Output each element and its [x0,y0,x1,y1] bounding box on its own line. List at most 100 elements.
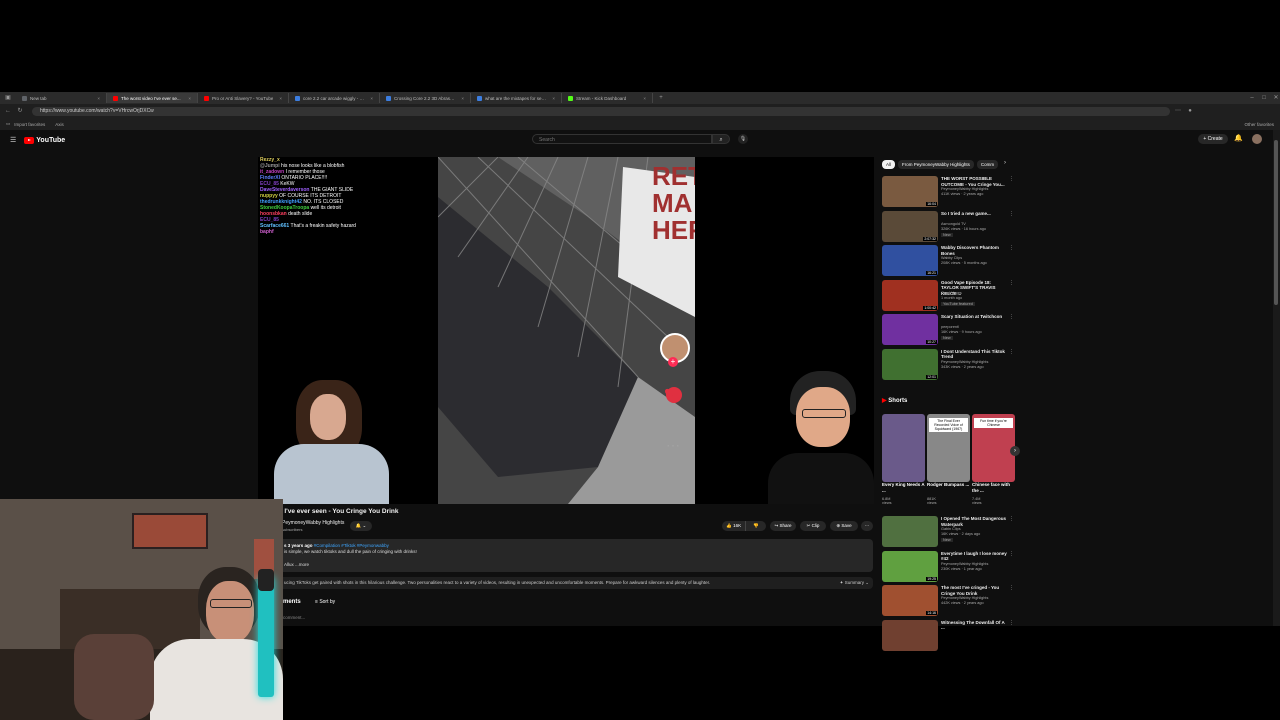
browser-tab[interactable]: core 2.2 car arcade wiggly - Search× [289,93,380,103]
hamburger-menu-icon[interactable]: ☰ [10,136,16,144]
refresh-icon[interactable]: ↻ [16,107,24,115]
video-title[interactable]: Scary Situation at Twitchcon [941,314,1009,320]
video-thumbnail[interactable] [882,619,938,651]
recommended-video[interactable]: 2:07:32 So I tried a new game... Asmongold… [882,210,1014,243]
video-thumbnail[interactable]: 19:25 [882,550,938,582]
video-title[interactable]: I Dont Understand This Tiktok Trend [941,349,1009,360]
video-thumbnail[interactable]: 2:07:32 [882,210,938,242]
more-options-icon[interactable]: ⋮ [1009,551,1014,557]
tab-actions-icon[interactable]: ▣ [4,94,12,102]
account-avatar[interactable] [1252,134,1262,144]
video-title[interactable]: THE WORST POSSIBLE OUTCOME - You Cringe … [941,176,1009,187]
back-icon[interactable]: ← [4,107,12,115]
filter-chip[interactable]: Comm [976,160,999,169]
create-button[interactable]: + Create [1198,134,1228,144]
new-tab-plus-icon[interactable]: + [657,94,665,102]
save-button[interactable]: ⊕ Save [830,521,858,531]
filter-chip[interactable]: From PeymoneyWabby Highlights [898,160,974,169]
recommended-video[interactable]: Witnessing The Downfall Of A ... ⋮ [882,619,1014,652]
sort-by-button[interactable]: ≡ Sort by [315,599,335,605]
video-thumbnail[interactable]: 16:21 [882,245,938,276]
tab-close-icon[interactable]: × [455,96,464,101]
more-options-icon[interactable]: ⋮ [1009,280,1014,286]
recommended-video[interactable]: I Opened The Most Dangerous Waterpark Gab… [882,516,1014,548]
recommended-video[interactable]: 16:21 Wabby Discovers Phantom Bones Wabby … [882,245,1014,277]
video-thumbnail[interactable]: 14:16 [882,585,938,616]
more-options-icon[interactable]: ⋮ [1009,245,1014,251]
clip-button[interactable]: ✂ Clip [800,521,826,531]
notifications-bell-icon[interactable]: 🔔 [1234,134,1243,142]
video-title[interactable]: Witnessing The Downfall Of A ... [941,620,1009,631]
tab-close-icon[interactable]: × [546,96,555,101]
recommended-video[interactable]: 14:16 The most I've cringed - You Cringe … [882,585,1014,617]
more-options-icon[interactable]: ⋮ [1009,349,1014,355]
video-thumbnail[interactable]: 12:01 [882,348,938,380]
profile-icon[interactable]: ● [1186,107,1194,115]
video-title[interactable]: Wabby Discovers Phantom Bones [941,245,1009,256]
scrollbar-thumb[interactable] [1274,140,1278,305]
video-title[interactable]: The most I've cringed - You Cringe You D… [941,585,1009,596]
share-button[interactable]: ↪ Share [770,521,796,531]
short-title[interactable]: Every King Needs A ... [882,482,926,493]
other-favorites[interactable]: Other favorites [1244,122,1274,127]
more-options-icon[interactable]: ⋮ [1009,176,1014,182]
browser-tab[interactable]: The worst video I've ever se... × [107,93,198,103]
more-options-icon[interactable]: ⋮ [1009,516,1014,522]
browser-tab[interactable]: New tab × [16,93,107,103]
notification-bell-button[interactable]: 🔔 ⌄ [350,521,372,531]
video-thumbnail[interactable]: 10:27 [882,314,938,345]
tab-close-icon[interactable]: × [637,96,646,101]
tab-close-icon[interactable]: × [91,96,100,101]
short-title[interactable]: Rodger Bumpass ... [927,482,971,488]
minimize-icon[interactable]: – [1248,94,1256,102]
video-title[interactable]: I Opened The Most Dangerous Waterpark [941,516,1009,527]
description-box[interactable]: s 3 years ago #Compilation #Tiktok #Peym… [258,539,873,572]
dislike-button[interactable]: 👎 [746,521,766,531]
tab-close-icon[interactable]: × [364,96,373,101]
recommended-video[interactable]: 10:27 Scary Situation at Twitchcon peepore… [882,314,1014,346]
more-options-icon[interactable]: ⋮ [1009,211,1014,217]
video-thumbnail[interactable]: 16:04 [882,176,938,207]
bookmark-import[interactable]: Import favorites [14,122,45,127]
video-thumbnail[interactable] [882,516,938,547]
description-more[interactable]: Allux ...more [284,562,309,567]
tab-close-icon[interactable]: × [273,96,282,101]
voice-search-icon[interactable]: 🎙 [738,134,748,144]
shorts-next-icon[interactable]: › [1010,446,1020,456]
url-input[interactable]: https://www.youtube.com/watch?v=VHrcwOrj… [32,106,1170,116]
youtube-logo[interactable]: YouTube [24,136,65,144]
bookmark-axis[interactable]: Axis [55,122,64,127]
short-thumbnail[interactable]: Fun time if you're Chinese [972,414,1015,482]
browser-tab[interactable]: Stream - Kick Dashboard × [562,93,653,103]
channel-name[interactable]: PeymoneyWabby Highlights [282,520,344,526]
chips-next-icon[interactable]: › [1004,160,1006,166]
more-options-icon[interactable]: ⋮ [1009,620,1014,626]
video-title[interactable]: Everytime I laugh I lose money #42 [941,551,1009,562]
filter-chip[interactable]: All [882,160,896,169]
add-comment-input[interactable]: comment... [283,615,305,620]
short-thumbnail[interactable] [882,414,925,482]
more-options-icon[interactable]: ⋮ [1009,314,1014,320]
more-options-icon[interactable]: ⋮ [1009,585,1014,591]
short-thumbnail[interactable]: The Final Ever Recorded Voice of Squidwa… [927,414,970,482]
search-button[interactable]: ⌕ [712,134,730,144]
video-title[interactable]: So I tried a new game... [941,211,1009,217]
more-actions-icon[interactable]: ⋯ [861,521,873,531]
summary-toggle[interactable]: ✦ Summary ⌄ [840,577,869,589]
recommended-video[interactable]: 1:00:42 Good Vape Episode 18: TAYLOR SWIF… [882,279,1014,312]
browser-tab[interactable]: what are the mixtapes for sex tal...× [471,93,562,103]
video-thumbnail[interactable]: 1:00:42 [882,279,938,311]
like-button[interactable]: 👍 16K [722,521,747,531]
close-window-icon[interactable]: ✕ [1272,94,1280,102]
recommended-video[interactable]: 19:25 Everytime I laugh I lose money #42 P… [882,550,1014,583]
search-input[interactable]: Search [532,134,712,144]
browser-tab[interactable]: Crossing Core 2.2 3D Abrasion × [380,93,471,103]
hashtags[interactable]: #Compilation #Tiktok #Peymonwabby [314,543,389,548]
maximize-icon[interactable]: □ [1260,94,1268,102]
tab-close-icon[interactable]: × [182,96,191,101]
extensions-icon[interactable]: ⋯ [1174,107,1182,115]
short-title[interactable]: Chinese face with the ... [972,482,1016,493]
recommended-video[interactable]: 12:01 I Dont Understand This Tiktok Trend… [882,348,1014,381]
browser-tab[interactable]: Pro or Anti Slavery? - YouTube × [198,93,289,103]
recommended-video[interactable]: 16:04 THE WORST POSSIBLE OUTCOME - You Cr… [882,176,1014,208]
